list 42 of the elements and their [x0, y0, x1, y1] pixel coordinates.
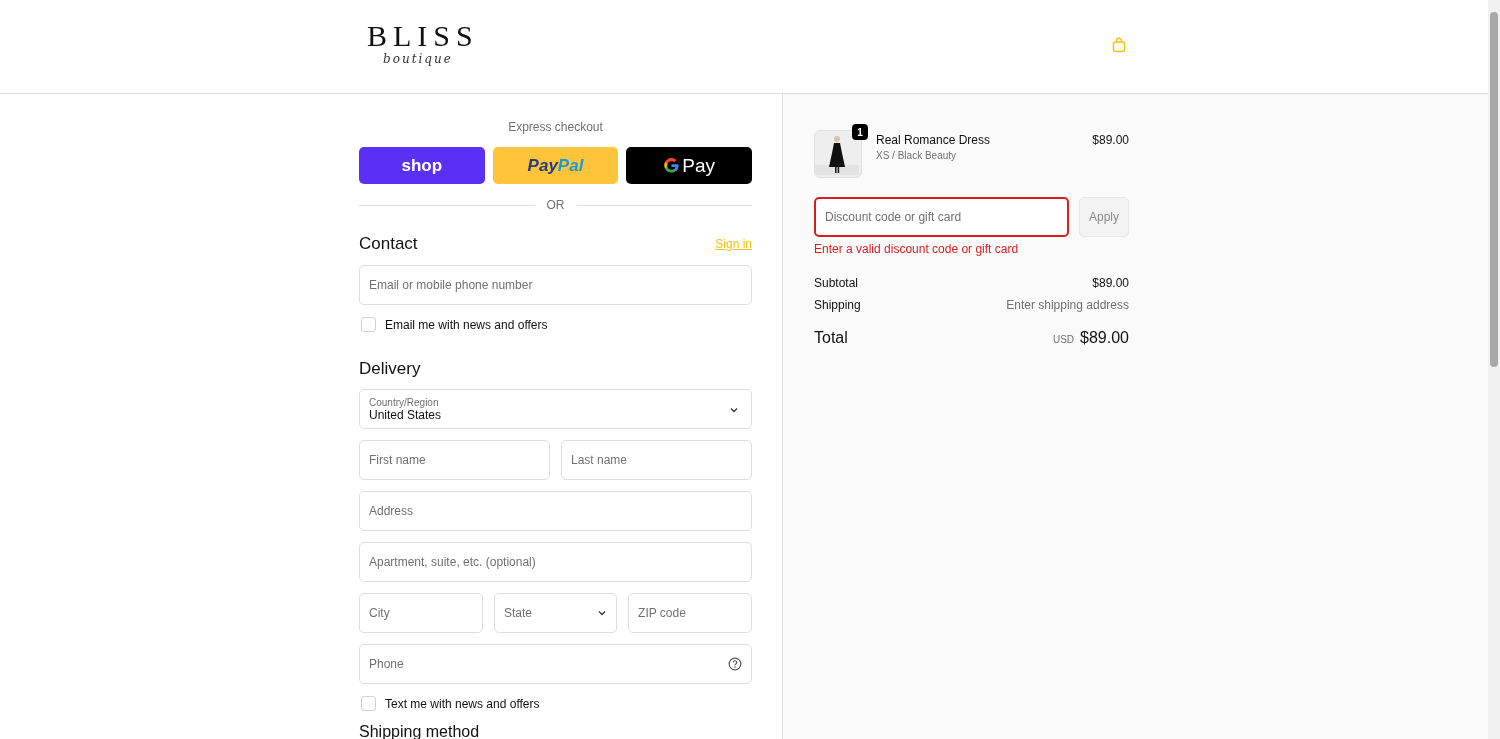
scrollbar[interactable] [1488, 0, 1500, 739]
help-icon[interactable] [728, 657, 742, 671]
express-checkout-title: Express checkout [507, 120, 604, 134]
shop-pay-button[interactable]: shop [359, 147, 485, 184]
logo-title: BLISS [367, 20, 479, 52]
shipping-value: Enter shipping address [1006, 298, 1129, 312]
quantity-badge: 1 [852, 124, 868, 140]
apartment-field[interactable]: Apartment, suite, etc. (optional) [359, 542, 752, 582]
total-value: $89.00 [1080, 329, 1129, 347]
product-name: Real Romance Dress [876, 133, 992, 147]
error-message: Enter a valid discount code or gift card [814, 242, 1020, 256]
shopping-bag-icon[interactable] [1111, 37, 1127, 53]
discount-code-field[interactable]: Discount code or gift card [814, 197, 1069, 237]
state-select[interactable]: State [493, 593, 618, 633]
google-pay-button[interactable]: Pay [626, 147, 752, 184]
or-divider-text: OR [546, 198, 565, 212]
total-label: Total [814, 329, 848, 347]
checkbox[interactable] [361, 696, 376, 711]
email-field[interactable]: Email or mobile phone number [359, 265, 752, 305]
logo-subtitle: boutique [383, 52, 453, 66]
city-field[interactable]: City [359, 593, 483, 633]
phone-field[interactable]: Phone [359, 644, 752, 684]
delivery-heading: Delivery [359, 359, 422, 379]
last-name-field[interactable]: Last name [561, 440, 752, 480]
chevron-down-icon [729, 405, 739, 415]
chevron-down-icon [597, 608, 608, 618]
checkbox-label: Text me with news and offers [385, 696, 540, 711]
zip-code-field[interactable]: ZIP code [628, 593, 752, 633]
subtotal-value: $89.00 [1092, 276, 1129, 290]
google-logo-icon [663, 157, 681, 174]
address-field[interactable]: Address [359, 491, 752, 531]
checkbox-label: Email me with news and offers [385, 317, 548, 332]
product-variant: XS / Black Beauty [876, 150, 958, 161]
product-price: $89.00 [1092, 133, 1129, 147]
first-name-field[interactable]: First name [359, 440, 550, 480]
currency-code: USD [1052, 334, 1075, 345]
checkbox[interactable] [361, 317, 376, 332]
subtotal-label: Subtotal [814, 276, 859, 290]
shipping-label: Shipping [814, 298, 861, 312]
paypal-button[interactable]: PayPal [492, 147, 619, 184]
contact-heading: Contact [359, 234, 418, 254]
country-select[interactable]: Country/Region United States [359, 389, 752, 429]
